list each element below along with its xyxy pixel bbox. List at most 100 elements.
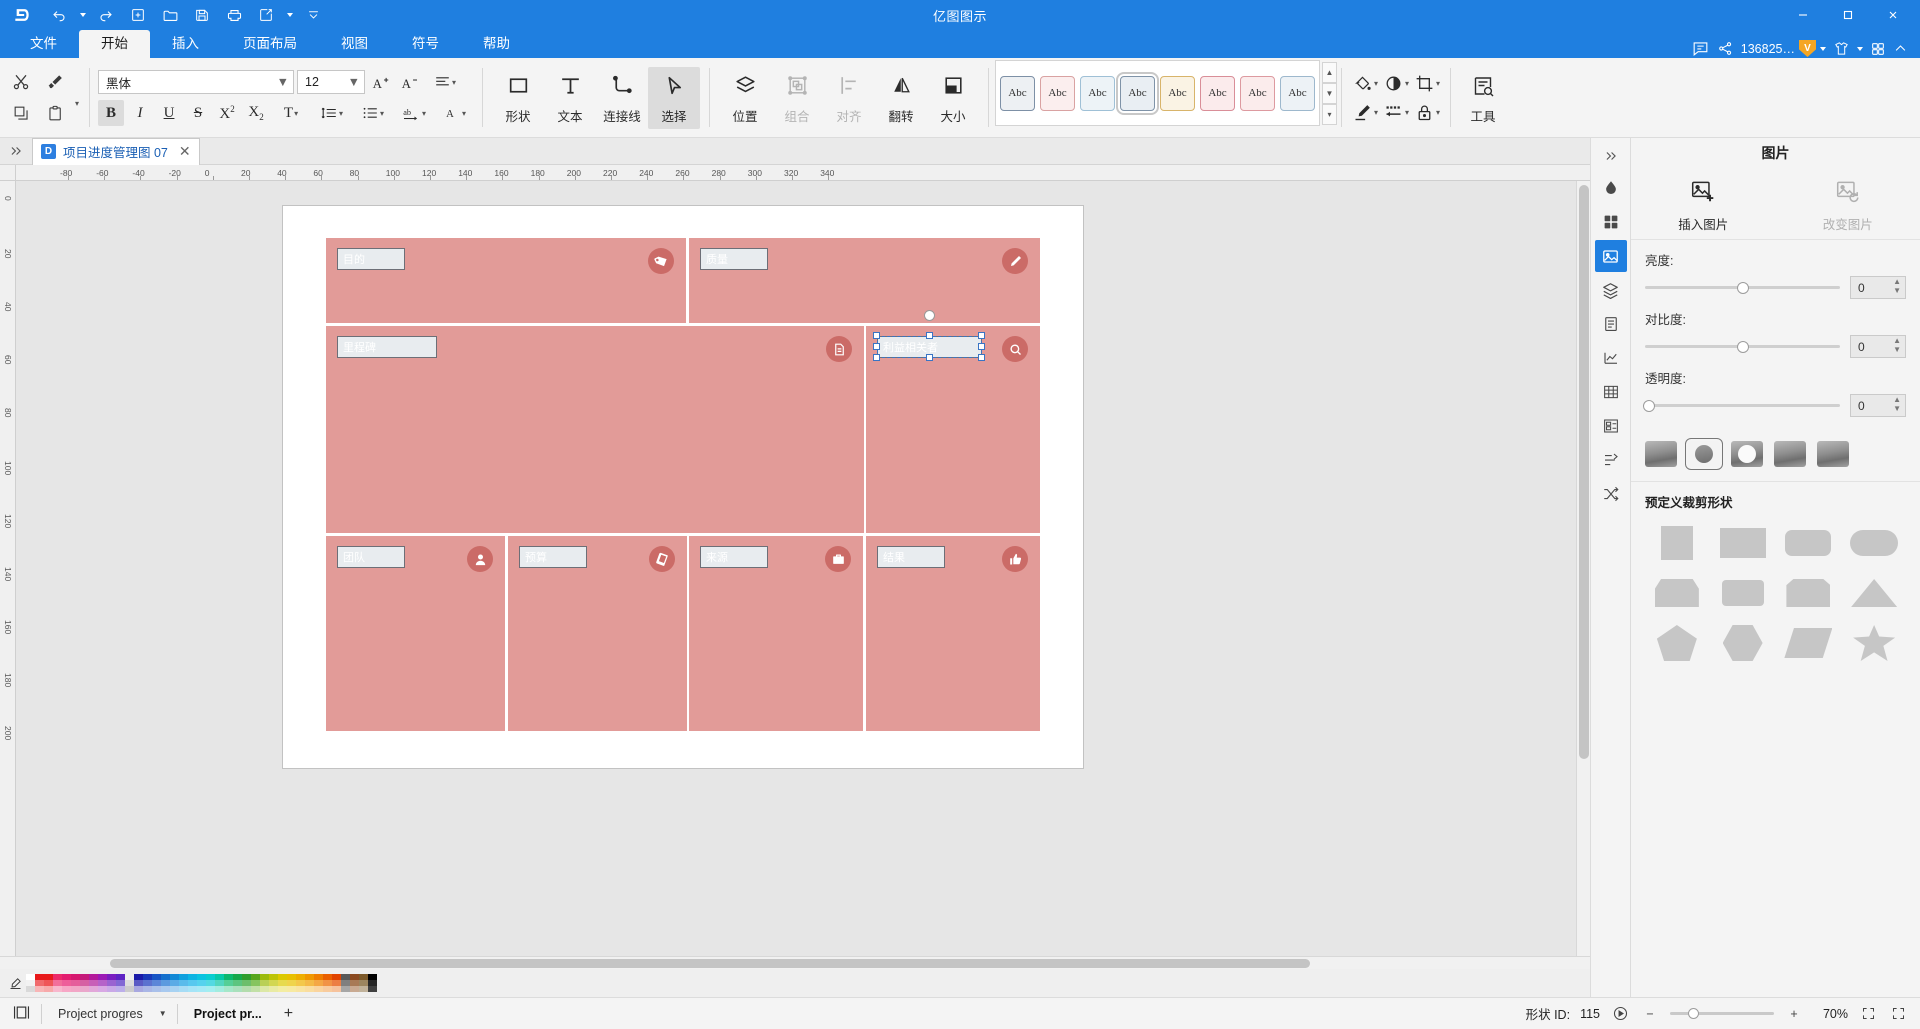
chevron-up-icon[interactable] [1893, 41, 1908, 56]
crop-shape-cut-corner[interactable] [1781, 575, 1837, 611]
superscript-button[interactable]: X2 [214, 100, 240, 126]
color-swatch[interactable] [35, 974, 44, 993]
sidebar-item-fill[interactable] [1595, 172, 1627, 204]
color-swatch[interactable] [134, 974, 143, 993]
card-team-user-icon[interactable] [467, 546, 493, 572]
sidebar-item-container[interactable] [1595, 410, 1627, 442]
card-milestone-document-icon[interactable] [826, 336, 852, 362]
paragraph-align-button[interactable]: ▾ [426, 69, 464, 95]
color-swatch[interactable] [71, 974, 80, 993]
crop-shape-rounded-rect[interactable] [1781, 525, 1837, 561]
card-quality-label[interactable]: 质量 [700, 248, 768, 270]
fill-color-button[interactable]: ▾ [1350, 71, 1380, 96]
theme-caret-icon[interactable] [1857, 47, 1863, 51]
card-budget[interactable]: 预算 [508, 536, 687, 731]
color-swatch[interactable] [80, 974, 89, 993]
card-purpose[interactable]: 目的 [326, 238, 686, 323]
color-swatch[interactable] [314, 974, 323, 993]
rail-expand-icon[interactable] [1591, 142, 1631, 170]
style-swatch-5[interactable]: Abc [1160, 76, 1195, 111]
line-color-button[interactable]: ▾ [1350, 100, 1380, 125]
save-icon[interactable] [187, 3, 217, 27]
effect-thumb-spot[interactable] [1731, 441, 1763, 467]
zoom-knob[interactable] [1688, 1008, 1699, 1019]
contrast-knob[interactable] [1737, 341, 1749, 353]
undo-caret-icon[interactable] [76, 3, 89, 27]
card-quality[interactable]: 质量 [689, 238, 1040, 323]
rotate-handle[interactable] [924, 310, 935, 321]
color-swatch[interactable] [233, 974, 242, 993]
sidebar-item-chart[interactable] [1595, 342, 1627, 374]
account-menu[interactable]: 136825… V [1741, 40, 1826, 57]
brightness-knob[interactable] [1737, 282, 1749, 294]
sidebar-item-page[interactable] [1595, 308, 1627, 340]
card-source[interactable]: 来源 [689, 536, 863, 731]
shirt-icon[interactable] [1833, 40, 1850, 57]
style-swatch-4[interactable]: Abc [1120, 76, 1155, 111]
document-page[interactable]: 目的质量里程碑利益相关者团队预算来源结果 [283, 206, 1083, 768]
vertical-scroll-thumb[interactable] [1579, 185, 1589, 759]
maximize-button[interactable] [1827, 0, 1869, 30]
card-result[interactable]: 结果 [866, 536, 1040, 731]
close-button[interactable] [1872, 0, 1914, 30]
selection-handle[interactable] [978, 332, 985, 339]
style-swatch-7[interactable]: Abc [1240, 76, 1275, 111]
lock-button[interactable]: ▾ [1412, 100, 1442, 125]
tools-panel-button[interactable]: 工具 [1460, 67, 1506, 129]
shape-tool-button[interactable]: 形状 [492, 67, 544, 129]
flip-button[interactable]: 翻转 [875, 67, 927, 129]
opacity-slider[interactable] [1645, 404, 1840, 407]
card-team-label[interactable]: 团队 [337, 546, 405, 568]
page-select-caret-icon[interactable]: ▼ [159, 1009, 167, 1018]
color-swatch[interactable] [98, 974, 107, 993]
color-swatch[interactable] [251, 974, 260, 993]
color-swatch[interactable] [179, 974, 188, 993]
font-size-combo[interactable]: 12 ▼ [297, 70, 365, 94]
color-swatch[interactable] [44, 974, 53, 993]
minimize-button[interactable] [1782, 0, 1824, 30]
sidebar-item-random[interactable] [1595, 478, 1627, 510]
document-tab[interactable]: D 项目进度管理图 07 ✕ [32, 138, 200, 165]
chevron-down-icon[interactable] [298, 3, 328, 27]
sidebar-item-list[interactable] [1595, 444, 1627, 476]
color-swatch[interactable] [332, 974, 341, 993]
paste-icon[interactable] [40, 99, 70, 129]
crop-shape-rectangle[interactable] [1715, 525, 1771, 561]
comment-icon[interactable] [1691, 39, 1710, 58]
crop-shape-octagon[interactable] [1649, 575, 1705, 611]
brightness-slider[interactable] [1645, 286, 1840, 289]
vertical-ruler[interactable]: 020406080100120140160180200 [0, 181, 16, 956]
menu-item-symbols[interactable]: 符号 [390, 30, 461, 58]
card-milestone-label[interactable]: 里程碑 [337, 336, 437, 358]
selection-handle[interactable] [926, 332, 933, 339]
selection-handle[interactable] [873, 332, 880, 339]
scissors-icon[interactable] [6, 67, 36, 97]
fit-screen-icon[interactable] [1858, 1006, 1878, 1021]
fullscreen-icon[interactable] [1888, 1006, 1908, 1021]
crop-shape-rounded-small[interactable] [1715, 575, 1771, 611]
color-swatch[interactable] [197, 974, 206, 993]
color-swatch[interactable] [368, 974, 377, 993]
card-budget-book-icon[interactable] [649, 546, 675, 572]
size-button[interactable]: 大小 [927, 67, 979, 129]
grid-apps-icon[interactable] [1870, 41, 1886, 57]
color-swatch[interactable] [26, 974, 35, 993]
card-source-label[interactable]: 来源 [700, 546, 768, 568]
effect-thumb-none[interactable] [1645, 441, 1677, 467]
card-result-label[interactable]: 结果 [877, 546, 945, 568]
card-source-briefcase-icon[interactable] [825, 546, 851, 572]
position-button[interactable]: 位置 [719, 67, 771, 129]
menu-item-home[interactable]: 开始 [79, 30, 150, 58]
crop-shape-star[interactable] [1846, 625, 1902, 661]
crop-shape-hexagon[interactable] [1715, 625, 1771, 661]
color-swatch[interactable] [341, 974, 350, 993]
canvas[interactable]: 目的质量里程碑利益相关者团队预算来源结果 [16, 181, 1576, 956]
card-result-thumbs-up-icon[interactable] [1002, 546, 1028, 572]
color-swatch[interactable] [296, 974, 305, 993]
sidebar-item-table[interactable] [1595, 376, 1627, 408]
close-icon[interactable]: ✕ [179, 143, 191, 160]
crop-shape-parallelogram[interactable] [1781, 625, 1837, 661]
brightness-spin-arrows[interactable]: ▲▼ [1893, 279, 1901, 294]
color-swatch[interactable] [161, 974, 170, 993]
crop-button[interactable]: ▾ [1412, 71, 1442, 96]
